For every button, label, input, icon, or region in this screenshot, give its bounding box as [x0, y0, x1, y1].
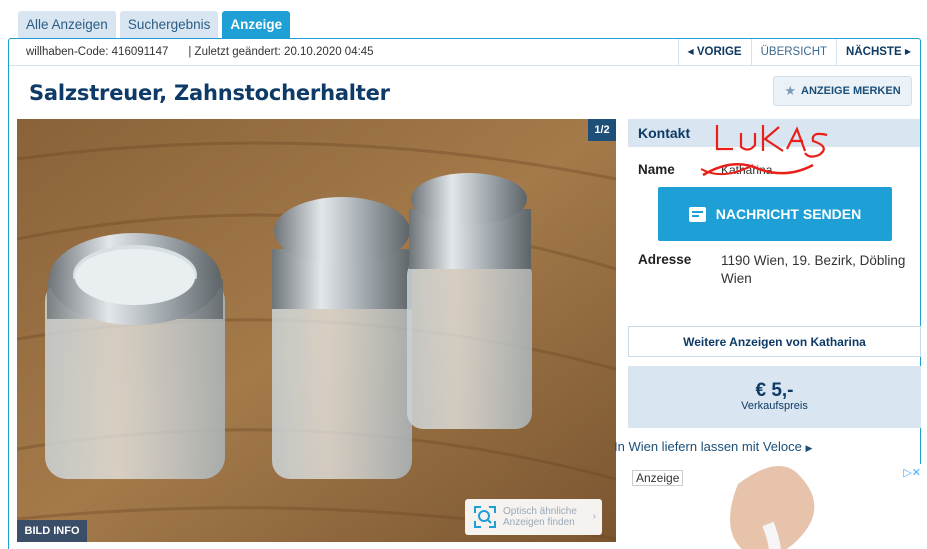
listing-code: willhaben-Code: 416091147: [26, 46, 169, 58]
send-message-button[interactable]: NACHRICHT SENDEN: [658, 187, 892, 241]
overview-button[interactable]: ÜBERSICHT: [750, 39, 836, 65]
next-label: NÄCHSTE: [846, 46, 902, 58]
previous-button[interactable]: ◀ VORIGE: [677, 39, 751, 65]
price-amount: € 5,-: [755, 380, 794, 401]
tab-all-ads[interactable]: Alle Anzeigen: [18, 11, 116, 38]
similar-ads-label: Optisch ähnliche Anzeigen finden: [503, 506, 577, 528]
ad-label: Anzeige: [632, 470, 684, 486]
advertisement[interactable]: Anzeige ▷✕: [628, 464, 921, 549]
save-ad-label: ANZEIGE MERKEN: [801, 85, 901, 97]
tab-bar: Alle Anzeigen Suchergebnis Anzeige: [18, 11, 291, 38]
photo-salt-shakers: [17, 119, 616, 542]
tab-listing[interactable]: Anzeige: [222, 11, 291, 38]
chevron-right-icon: ▶: [805, 443, 813, 453]
message-icon: [688, 206, 706, 222]
delivery-label: In Wien liefern lassen mit Veloce: [614, 439, 802, 454]
more-ads-button[interactable]: Weitere Anzeigen von Katharina: [628, 326, 921, 357]
page-title: Salzstreuer, Zahnstocherhalter: [29, 81, 390, 105]
listing-navigation: ◀ VORIGE ÜBERSICHT NÄCHSTE ▶: [677, 39, 921, 65]
ad-choices-icon[interactable]: ▷✕: [903, 466, 921, 479]
star-icon: ★: [784, 83, 797, 98]
last-changed: | Zuletzt geändert: 20.10.2020 04:45: [188, 46, 374, 58]
image-counter: 1/2: [588, 119, 616, 141]
info-bar: willhaben-Code: 416091147 | Zuletzt geän…: [9, 39, 920, 66]
price-label: Verkaufspreis: [741, 400, 808, 412]
visual-search-icon: [474, 506, 496, 528]
similar-ads-button[interactable]: Optisch ähnliche Anzeigen finden ›: [465, 499, 602, 535]
price-box: € 5,- Verkaufspreis: [628, 366, 921, 428]
name-label: Name: [638, 162, 675, 177]
listing-frame: willhaben-Code: 416091147 | Zuletzt geän…: [8, 38, 921, 549]
chevron-right-icon: ›: [592, 511, 596, 522]
chevron-right-icon: ▶: [904, 47, 911, 56]
next-button[interactable]: NÄCHSTE ▶: [836, 39, 920, 65]
image-info-button[interactable]: BILD INFO: [17, 520, 87, 542]
send-message-label: NACHRICHT SENDEN: [715, 206, 862, 222]
previous-label: VORIGE: [696, 46, 742, 58]
address-label: Adresse: [638, 252, 692, 267]
listing-photo[interactable]: 1/2 BILD INFO Optisch ähnliche Anzeigen …: [17, 119, 616, 542]
handwritten-overlay: [700, 125, 828, 177]
similar-ads-line1: Optisch ähnliche: [503, 506, 577, 517]
address-value: 1190 Wien, 19. Bezirk, Döbling Wien: [721, 252, 905, 288]
address-line2: Wien: [721, 271, 752, 286]
save-ad-button[interactable]: ★ ANZEIGE MERKEN: [773, 76, 912, 106]
similar-ads-line2: Anzeigen finden: [503, 517, 575, 528]
tab-search-results[interactable]: Suchergebnis: [119, 11, 219, 38]
address-line1: 1190 Wien, 19. Bezirk, Döbling: [721, 253, 906, 268]
delivery-link[interactable]: In Wien liefern lassen mit Veloce ▶: [614, 439, 812, 454]
chevron-left-icon: ◀: [687, 47, 694, 56]
